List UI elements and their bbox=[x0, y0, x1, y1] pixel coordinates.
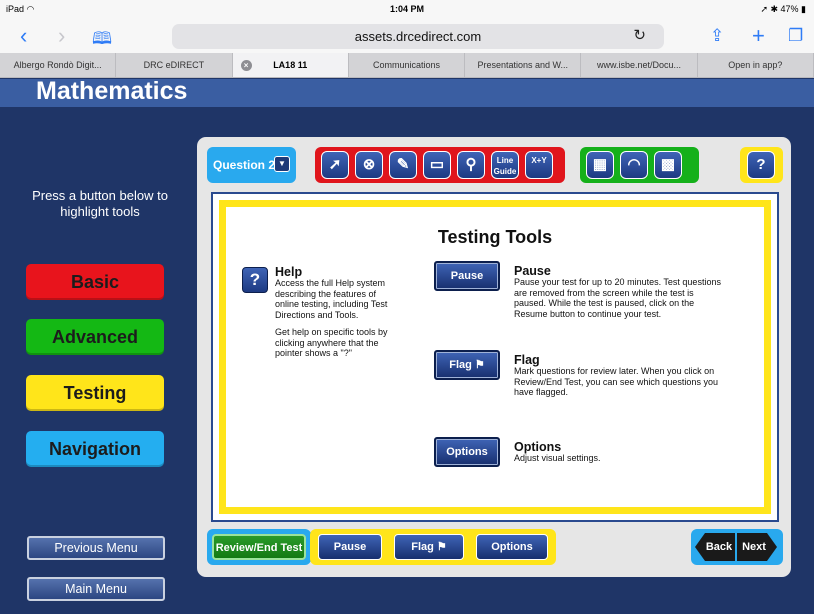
pause-description: Pause your test for up to 20 minutes. Te… bbox=[514, 277, 721, 319]
options-description: Adjust visual settings. bbox=[514, 453, 601, 463]
browser-tabs: Albergo Rondò Digit... DRC eDIRECT × LA1… bbox=[0, 53, 814, 78]
options-demo-button: Options bbox=[434, 437, 500, 467]
sticky-note-icon[interactable]: ▭ bbox=[423, 151, 451, 179]
help-question-icon: ? bbox=[242, 267, 268, 293]
battery-indicator: ➚ ✱ 47% ▮ bbox=[760, 4, 806, 14]
basic-button[interactable]: Basic bbox=[26, 264, 164, 300]
share-icon[interactable]: ⇪ bbox=[710, 26, 724, 46]
graph-paper-icon[interactable]: ▩ bbox=[654, 151, 682, 179]
tabs-overview-icon[interactable]: ❐ bbox=[788, 26, 803, 46]
bookmarks-icon[interactable]: 🕮 bbox=[92, 26, 112, 55]
magnifier-icon[interactable]: ⚲ bbox=[457, 151, 485, 179]
flag-description: Mark questions for review later. When yo… bbox=[514, 366, 718, 397]
forward-chevron-icon[interactable]: › bbox=[58, 23, 65, 49]
tab-isbe[interactable]: www.isbe.net/Docu... bbox=[581, 53, 698, 77]
tab-communications[interactable]: Communications bbox=[349, 53, 466, 77]
address-bar[interactable]: assets.drcedirect.com ↻ bbox=[172, 24, 664, 49]
flag-button-label: Flag bbox=[411, 541, 434, 553]
flag-icon: ⚑ bbox=[474, 359, 485, 371]
advanced-tools-group: ▦ ◠ ▩ bbox=[580, 147, 699, 183]
new-tab-icon[interactable]: + bbox=[752, 23, 765, 49]
testing-button[interactable]: Testing bbox=[26, 375, 164, 411]
help-tip: Get help on specific tools by clicking a… bbox=[275, 327, 388, 358]
equation-icon[interactable]: X+Y bbox=[525, 151, 553, 179]
back-button[interactable]: Back bbox=[695, 533, 735, 561]
flag-demo-button: Flag ⚑ bbox=[434, 350, 500, 380]
tab-open-in-app[interactable]: Open in app? bbox=[698, 53, 814, 77]
pause-title: Pause bbox=[514, 264, 551, 278]
options-title: Options bbox=[514, 440, 562, 454]
url-text: assets.drcedirect.com bbox=[354, 29, 482, 44]
flag-button[interactable]: Flag ⚑ bbox=[394, 534, 464, 560]
pause-button[interactable]: Pause bbox=[318, 534, 382, 560]
flag-icon: ⚑ bbox=[436, 541, 447, 553]
pause-demo-button: Pause bbox=[434, 261, 500, 291]
review-end-test-button[interactable]: Review/End Test bbox=[212, 534, 306, 560]
line-guide-icon[interactable]: Line Guide bbox=[491, 151, 519, 179]
clock: 1:04 PM bbox=[389, 4, 424, 14]
tab-label: LA18 11 bbox=[273, 60, 308, 70]
content-title: Testing Tools bbox=[437, 227, 553, 247]
back-chevron-icon[interactable]: ‹ bbox=[20, 23, 27, 49]
help-icon[interactable]: ? bbox=[747, 151, 775, 179]
advanced-button[interactable]: Advanced bbox=[26, 319, 164, 355]
tab-albergo[interactable]: Albergo Rondò Digit... bbox=[0, 53, 117, 77]
flag-demo-label: Flag bbox=[449, 359, 472, 371]
highlighter-icon[interactable]: ✎ bbox=[389, 151, 417, 179]
next-button[interactable]: Next bbox=[737, 533, 777, 561]
highlight-hint: Press a button below to highlight tools bbox=[32, 188, 168, 219]
previous-menu-button[interactable]: Previous Menu bbox=[27, 536, 165, 560]
testing-buttons-group: Pause Flag ⚑ Options bbox=[310, 529, 556, 565]
question-group: Question 2 ▼ bbox=[207, 147, 296, 183]
protractor-icon[interactable]: ◠ bbox=[620, 151, 648, 179]
testing-tools-box: Testing Tools ? Help Access the full Hel… bbox=[219, 200, 771, 514]
options-button[interactable]: Options bbox=[476, 534, 548, 560]
content-area: Testing Tools ? Help Access the full Hel… bbox=[211, 192, 779, 522]
question-dropdown-icon[interactable]: ▼ bbox=[274, 156, 290, 172]
main-menu-button[interactable]: Main Menu bbox=[27, 577, 165, 601]
status-bar: iPad ◠ 1:04 PM ➚ ✱ 47% ▮ bbox=[0, 0, 814, 20]
calculator-icon[interactable]: ▦ bbox=[586, 151, 614, 179]
help-title: Help bbox=[275, 265, 303, 279]
tab-presentations[interactable]: Presentations and W... bbox=[465, 53, 582, 77]
basic-tools-group: ➚ ⊗ ✎ ▭ ⚲ Line Guide X+Y bbox=[315, 147, 565, 183]
help-description: Access the full Help system describing t… bbox=[275, 278, 388, 320]
close-tab-icon[interactable]: × bbox=[240, 60, 252, 71]
navigation-button[interactable]: Navigation bbox=[26, 431, 164, 467]
eliminator-icon[interactable]: ⊗ bbox=[355, 151, 383, 179]
review-group: Review/End Test bbox=[207, 529, 311, 565]
question-label: Question 2 bbox=[213, 158, 276, 172]
help-tools-group: ? bbox=[740, 147, 783, 183]
page-header: Mathematics bbox=[0, 77, 814, 107]
navigation-group: Back Next bbox=[691, 529, 783, 565]
reload-icon[interactable]: ↻ bbox=[633, 26, 646, 44]
test-panel: Question 2 ▼ ➚ ⊗ ✎ ▭ ⚲ Line Guide X+Y ▦ … bbox=[197, 137, 791, 577]
pointer-icon[interactable]: ➚ bbox=[321, 151, 349, 179]
page-title: Mathematics bbox=[36, 77, 188, 105]
flag-title: Flag bbox=[514, 353, 540, 367]
tab-drc-edirect[interactable]: DRC eDIRECT bbox=[116, 53, 233, 77]
browser-toolbar: ‹ › 🕮 assets.drcedirect.com ↻ ⇪ + ❐ bbox=[0, 20, 814, 53]
tab-la18[interactable]: × LA18 11 bbox=[232, 53, 349, 77]
